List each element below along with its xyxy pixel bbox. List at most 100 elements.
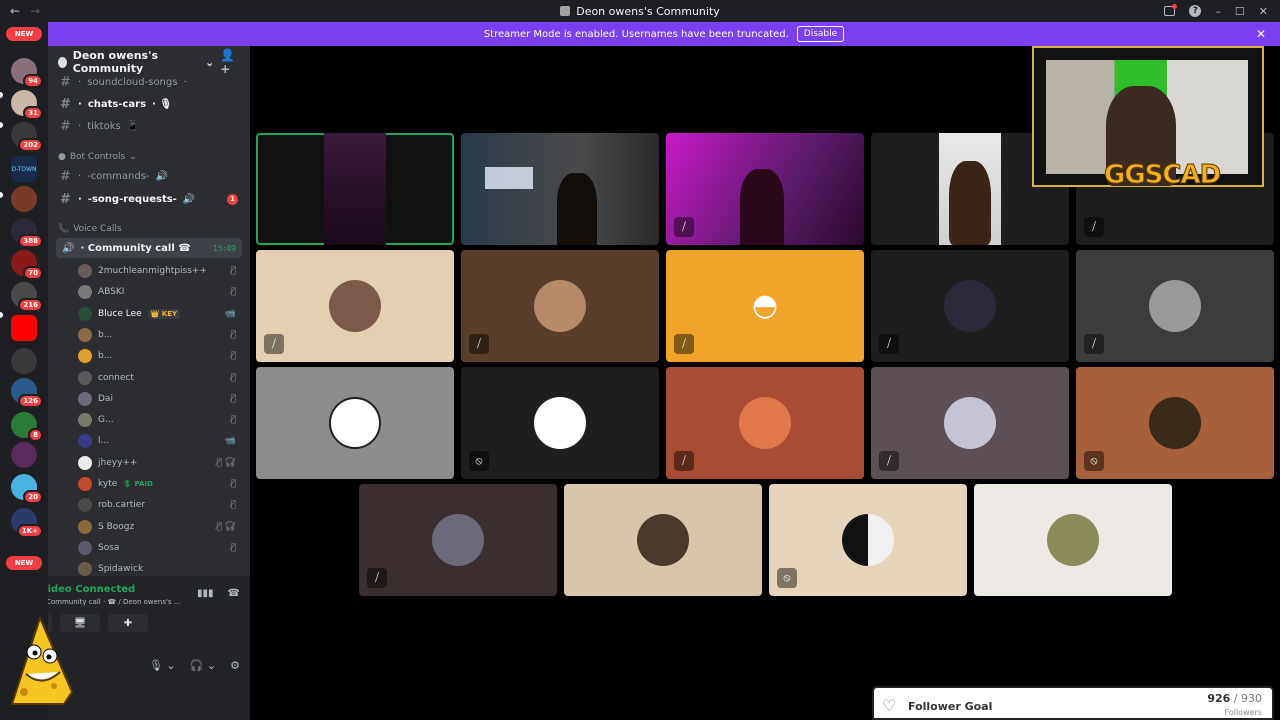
video-tile[interactable]: ⧸: [256, 250, 454, 362]
voice-user-row[interactable]: connect 🎙̸: [78, 368, 242, 388]
video-feed: [324, 133, 386, 245]
microphone-icon[interactable]: 🎙 ⌄: [149, 659, 176, 672]
video-tile[interactable]: ⧸: [461, 250, 659, 362]
voice-user-row[interactable]: jheyy++ 🎙̸ 🎧̸: [78, 453, 242, 473]
category-bot-controls[interactable]: ● Bot Controls ⌄: [58, 152, 137, 162]
maximize-button[interactable]: ☐: [1235, 5, 1245, 18]
activities-button[interactable]: ✚: [108, 614, 148, 632]
server-icon[interactable]: 31: [11, 90, 43, 120]
channel-song-requests[interactable]: # · -song-requests- 🔊 1: [56, 189, 242, 209]
avatar: [1047, 514, 1099, 566]
chevron-down-icon: ⌄: [204, 55, 215, 69]
back-arrow-icon[interactable]: ←: [10, 4, 20, 18]
channel-chats-cars[interactable]: # · chats-cars · 🎙: [56, 94, 242, 114]
heart-icon: ♡: [882, 696, 897, 715]
voice-user-row[interactable]: rob.cartier 🎙̸: [78, 495, 242, 515]
voice-user-row[interactable]: l... 📹: [78, 431, 242, 451]
channel-name: tiktoks: [87, 120, 121, 132]
video-tile[interactable]: [256, 133, 454, 245]
channel-suffix: 🔊: [155, 170, 168, 182]
avatar: [78, 306, 92, 321]
goal-target: 930: [1241, 692, 1262, 705]
voice-status-icon: 🎙̸: [230, 266, 236, 276]
muted-mic-icon: ⧸: [1084, 334, 1104, 354]
video-tile[interactable]: ⧸: [666, 367, 864, 479]
headphones-icon[interactable]: 🎧 ⌄: [190, 659, 216, 672]
close-window-button[interactable]: ✕: [1259, 5, 1268, 18]
voice-user-row[interactable]: S Boogz 🎙̸ 🎧̸: [78, 517, 242, 537]
avatar: [78, 285, 92, 300]
server-icon[interactable]: 216: [11, 282, 43, 312]
server-icon[interactable]: 20: [11, 474, 43, 504]
voice-user-row[interactable]: 2muchleanmightpiss++ 🎙̸: [78, 261, 242, 281]
server-icon[interactable]: 202: [11, 122, 43, 152]
disable-streamer-mode-button[interactable]: Disable: [796, 26, 845, 42]
goal-label: Follower Goal: [908, 700, 993, 713]
muted-mic-icon: ⧸: [469, 334, 489, 354]
server-icon[interactable]: [11, 348, 37, 374]
video-tile[interactable]: ⧸: [871, 250, 1069, 362]
voice-user-name: ABSKI: [98, 287, 125, 298]
voice-user-row[interactable]: kyte 💲 PAID 🎙̸: [78, 474, 242, 494]
server-icon[interactable]: 8: [11, 412, 43, 442]
call-duration: 15:49: [212, 243, 236, 253]
forward-arrow-icon[interactable]: →: [30, 4, 40, 18]
voice-user-row[interactable]: b... 🎙̸: [78, 325, 242, 345]
channel-soundcloud-songs[interactable]: # · soundcloud-songs ·: [56, 72, 242, 92]
video-tile[interactable]: [974, 484, 1172, 596]
voice-user-row[interactable]: Bluce Lee 👑 KEY 📹: [78, 304, 242, 324]
voice-channel-community-call[interactable]: 🔊 · Community call ☎ 15:49: [56, 238, 242, 258]
video-tile[interactable]: ◓ ⧸: [666, 250, 864, 362]
video-tile[interactable]: ⧸: [666, 133, 864, 245]
disconnect-icon[interactable]: ☎: [228, 588, 240, 599]
voice-user-row[interactable]: ABSKI 🎙̸: [78, 282, 242, 302]
video-tile[interactable]: ⦸: [461, 367, 659, 479]
help-icon[interactable]: ?: [1189, 5, 1202, 17]
unread-pip: [0, 312, 3, 318]
voice-status-icon: 📹: [224, 436, 236, 447]
voice-user-name: Sosa: [98, 542, 120, 553]
close-banner-icon[interactable]: ✕: [1256, 27, 1266, 41]
voice-user-row[interactable]: Sosa 🎙̸: [78, 538, 242, 558]
video-tile[interactable]: ⦸: [769, 484, 967, 596]
voice-status-icon: 🎙̸: [230, 329, 236, 340]
avatar: [1149, 397, 1201, 449]
video-tile[interactable]: [461, 133, 659, 245]
voice-channel-link[interactable]: Community call · ☎ / Deon owens's ...: [48, 598, 180, 606]
server-icon[interactable]: 388: [11, 218, 43, 248]
server-icon[interactable]: D-TOWN: [11, 156, 37, 182]
server-icon[interactable]: 94: [11, 58, 43, 88]
avatar: [78, 327, 92, 342]
video-tile[interactable]: [256, 367, 454, 479]
voice-user-row[interactable]: b... 🎙̸: [78, 346, 242, 366]
video-tile[interactable]: ⧸: [359, 484, 557, 596]
new-badge[interactable]: NEW: [6, 556, 42, 570]
category-voice-calls[interactable]: 📞 Voice Calls: [58, 224, 122, 234]
server-icon[interactable]: [11, 442, 37, 468]
new-badge[interactable]: NEW: [6, 27, 42, 41]
voice-status-icon: 🎙̸: [230, 479, 236, 489]
channel-tiktoks[interactable]: # · tiktoks 📱: [56, 116, 242, 136]
channel-name: -song-requests-: [87, 193, 177, 205]
server-icon[interactable]: [11, 186, 37, 212]
channel-suffix: 📱: [126, 120, 140, 132]
voice-user-row[interactable]: Dai 🎙̸: [78, 389, 242, 409]
youtube-server-icon[interactable]: [11, 315, 37, 341]
video-tile[interactable]: [564, 484, 762, 596]
voice-user-name: jheyy++: [98, 457, 138, 468]
minimize-button[interactable]: –: [1215, 5, 1221, 18]
server-icon[interactable]: 70: [11, 250, 43, 280]
server-icon[interactable]: 1K+: [11, 508, 43, 538]
noise-suppression-icon[interactable]: ▮▮▮: [197, 588, 214, 599]
settings-gear-icon[interactable]: ⚙: [230, 659, 240, 672]
muted-mic-icon: ⧸: [674, 451, 694, 471]
server-icon[interactable]: 126: [11, 378, 43, 408]
voice-user-name: rob.cartier: [98, 500, 146, 511]
channel-commands[interactable]: # · -commands- 🔊: [56, 166, 242, 186]
inbox-icon[interactable]: [1164, 4, 1178, 16]
voice-user-row[interactable]: G... 🎙̸: [78, 410, 242, 430]
video-tile[interactable]: ⧸: [1076, 250, 1274, 362]
video-tile[interactable]: ⧸: [871, 367, 1069, 479]
video-tile[interactable]: ⦸: [1076, 367, 1274, 479]
voice-status[interactable]: Video Connected: [48, 584, 135, 595]
